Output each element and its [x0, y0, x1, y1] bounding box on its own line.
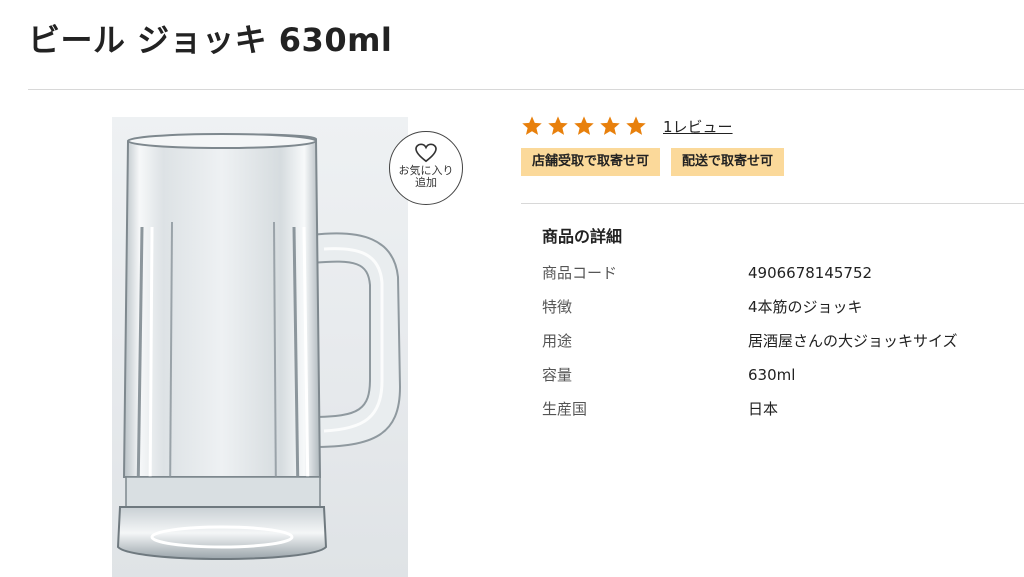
table-row: 特徴 4本筋のジョッキ — [542, 290, 1012, 324]
detail-key: 容量 — [542, 366, 573, 384]
product-details: 商品の詳細 商品コード 4906678145752 特徴 4本筋のジョッキ 用途… — [542, 222, 1012, 426]
details-divider — [521, 203, 1024, 204]
product-page: ビール ジョッキ 630ml お気に入り追加 1レビュー 店舗受取で取寄せ可 配… — [0, 0, 1024, 577]
detail-key: 用途 — [542, 332, 573, 350]
table-row: 商品コード 4906678145752 — [542, 256, 1012, 290]
page-title: ビール ジョッキ 630ml — [28, 21, 393, 59]
heart-outline-icon — [415, 143, 437, 163]
detail-value: 日本 — [748, 400, 779, 418]
title-divider — [28, 89, 1024, 90]
details-heading: 商品の詳細 — [542, 227, 623, 246]
detail-value: 4本筋のジョッキ — [748, 298, 863, 316]
review-count-link[interactable]: 1レビュー — [663, 116, 733, 137]
star-icon — [599, 115, 621, 137]
favorite-label: お気に入り追加 — [398, 164, 454, 189]
star-icon — [521, 115, 543, 137]
tag-delivery: 配送で取寄せ可 — [671, 148, 785, 176]
star-icon — [547, 115, 569, 137]
rating: 1レビュー — [521, 113, 733, 139]
detail-key: 商品コード — [542, 264, 618, 282]
availability-tags: 店舗受取で取寄せ可 配送で取寄せ可 — [521, 148, 795, 176]
detail-key: 生産国 — [542, 400, 588, 418]
tag-store-pickup: 店舗受取で取寄せ可 — [521, 148, 661, 176]
detail-value: 630ml — [748, 366, 796, 384]
table-row: 用途 居酒屋さんの大ジョッキサイズ — [542, 324, 1012, 358]
star-icon — [573, 115, 595, 137]
product-image[interactable] — [112, 117, 408, 577]
add-to-favorites-button[interactable]: お気に入り追加 — [389, 131, 463, 205]
table-row: 容量 630ml — [542, 358, 1012, 392]
detail-value: 4906678145752 — [748, 264, 873, 282]
detail-value: 居酒屋さんの大ジョッキサイズ — [748, 332, 958, 350]
detail-key: 特徴 — [542, 298, 573, 316]
beer-mug-image — [116, 133, 402, 560]
details-table: 商品コード 4906678145752 特徴 4本筋のジョッキ 用途 居酒屋さん… — [542, 256, 1012, 426]
star-icon — [625, 115, 647, 137]
table-row: 生産国 日本 — [542, 392, 1012, 426]
